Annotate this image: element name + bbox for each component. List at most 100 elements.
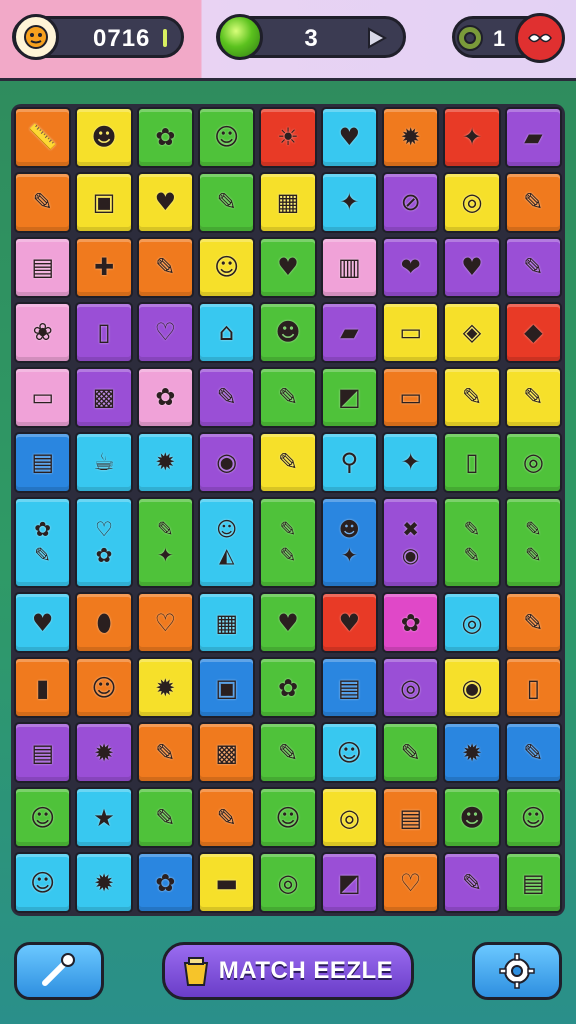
game-tile[interactable]: ⚲ — [320, 431, 378, 493]
game-tile[interactable]: ◎ — [443, 171, 501, 233]
game-tile[interactable]: ✎ — [136, 722, 194, 784]
game-tile[interactable]: ✿ — [259, 657, 317, 719]
game-tile[interactable]: ✹ — [443, 722, 501, 784]
game-tile[interactable]: ✿ — [136, 366, 194, 428]
game-tile[interactable]: ✎ — [504, 366, 562, 428]
heart-icon[interactable] — [515, 13, 565, 63]
game-tile[interactable]: ♡ — [136, 592, 194, 654]
game-tile[interactable]: ▤ — [381, 787, 440, 849]
game-tile[interactable]: ▭ — [381, 301, 440, 363]
game-tile[interactable]: 📏 — [14, 107, 72, 168]
game-tile[interactable]: ◩ — [320, 366, 378, 428]
game-tile[interactable]: ☕ — [75, 431, 133, 493]
game-tile[interactable]: ✿ ✎ — [14, 496, 72, 589]
game-tile[interactable]: ▤ — [320, 657, 378, 719]
game-tile[interactable]: ▦ — [197, 592, 256, 654]
game-tile[interactable]: ✎ ✎ — [504, 496, 562, 589]
game-tile[interactable]: ✿ — [136, 852, 194, 913]
game-tile[interactable]: ✎ — [443, 852, 501, 913]
game-tile[interactable]: ✹ — [75, 852, 133, 913]
game-tile[interactable]: ☺ ◭ — [197, 496, 256, 589]
game-tile[interactable]: ★ — [75, 787, 133, 849]
game-tile[interactable]: ◉ — [443, 657, 501, 719]
game-tile[interactable]: ☻ — [75, 107, 133, 168]
game-tile[interactable]: ☺ — [197, 107, 256, 168]
game-tile[interactable]: ✦ — [320, 171, 378, 233]
game-tile[interactable]: ♡ — [381, 852, 440, 913]
game-tile[interactable]: ◎ — [259, 852, 317, 913]
game-tile[interactable]: ♥ — [259, 236, 317, 298]
game-tile[interactable]: ❀ — [14, 301, 72, 363]
game-tile[interactable]: ✎ — [504, 592, 562, 654]
game-tile[interactable]: ☺ — [14, 787, 72, 849]
game-tile[interactable]: ◎ — [504, 431, 562, 493]
arrow-play-icon[interactable] — [363, 26, 389, 50]
game-tile[interactable]: ◎ — [320, 787, 378, 849]
game-tile[interactable]: ▦ — [259, 171, 317, 233]
game-tile[interactable]: ▥ — [320, 236, 378, 298]
game-tile[interactable]: ⌂ — [197, 301, 256, 363]
game-tile[interactable]: ▣ — [75, 171, 133, 233]
game-tile[interactable]: ▤ — [14, 722, 72, 784]
game-tile[interactable]: ◆ — [504, 301, 562, 363]
game-tile[interactable]: ✎ — [197, 787, 256, 849]
game-tile[interactable]: ♡ — [136, 301, 194, 363]
game-tile[interactable]: ☻ — [443, 787, 501, 849]
game-tile[interactable]: ✦ — [443, 107, 501, 168]
game-tile[interactable]: ✎ — [259, 722, 317, 784]
game-tile[interactable]: ✿ — [136, 107, 194, 168]
game-tile[interactable]: ✚ — [75, 236, 133, 298]
hint-button[interactable] — [14, 942, 104, 1000]
game-tile[interactable]: ♡ ✿ — [75, 496, 133, 589]
game-tile[interactable]: ✎ ✦ — [136, 496, 194, 589]
game-tile[interactable]: ▭ — [14, 366, 72, 428]
game-tile[interactable]: ▤ — [14, 431, 72, 493]
game-tile[interactable]: ✎ — [504, 171, 562, 233]
gear-icon[interactable] — [453, 21, 487, 55]
game-tile[interactable]: ✎ ✎ — [259, 496, 317, 589]
game-tile[interactable]: ☺ — [504, 787, 562, 849]
game-tile[interactable]: ▤ — [504, 852, 562, 913]
game-tile[interactable]: ♥ — [320, 107, 378, 168]
game-tile[interactable]: ◈ — [443, 301, 501, 363]
game-tile[interactable]: ▤ — [14, 236, 72, 298]
game-tile[interactable]: ▣ — [197, 657, 256, 719]
game-tile[interactable]: ☺ — [197, 236, 256, 298]
game-tile[interactable]: ♥ — [443, 236, 501, 298]
game-tile[interactable]: ⊘ — [381, 171, 440, 233]
game-tile[interactable]: ☻ ✦ — [320, 496, 378, 589]
game-tile[interactable]: ▯ — [443, 431, 501, 493]
game-tile[interactable]: ✎ — [504, 722, 562, 784]
game-tile[interactable]: ▬ — [197, 852, 256, 913]
game-tile[interactable]: ✹ — [381, 107, 440, 168]
game-tile[interactable]: ⬮ — [75, 592, 133, 654]
game-tile[interactable]: ✎ — [136, 787, 194, 849]
game-tile[interactable]: ✎ — [381, 722, 440, 784]
game-tile[interactable]: ✎ — [259, 366, 317, 428]
game-tile[interactable]: ☺ — [320, 722, 378, 784]
game-tile[interactable]: ❤ — [381, 236, 440, 298]
game-tile[interactable]: ✎ — [197, 171, 256, 233]
game-tile[interactable]: ✎ — [14, 171, 72, 233]
game-tile[interactable]: ✎ — [136, 236, 194, 298]
game-tile[interactable]: ✎ ✎ — [443, 496, 501, 589]
game-tile[interactable]: ☺ — [75, 657, 133, 719]
game-tile[interactable]: ✦ — [381, 431, 440, 493]
game-tile[interactable]: ✎ — [504, 236, 562, 298]
game-tile[interactable]: ✎ — [443, 366, 501, 428]
game-tile[interactable]: ☺ — [259, 787, 317, 849]
game-tile[interactable]: ▩ — [75, 366, 133, 428]
settings-button[interactable] — [472, 942, 562, 1000]
game-tile[interactable]: ◉ — [197, 431, 256, 493]
game-tile[interactable]: ◩ — [320, 852, 378, 913]
game-tile[interactable]: ✹ — [75, 722, 133, 784]
game-tile[interactable]: ♥ — [259, 592, 317, 654]
game-tile[interactable]: ♥ — [14, 592, 72, 654]
game-tile[interactable]: ▰ — [504, 107, 562, 168]
game-tile[interactable]: ▭ — [381, 366, 440, 428]
game-tile[interactable]: ▩ — [197, 722, 256, 784]
game-tile[interactable]: ✎ — [259, 431, 317, 493]
game-tile[interactable]: ▮ — [14, 657, 72, 719]
game-tile[interactable]: ♥ — [136, 171, 194, 233]
game-tile[interactable]: ◎ — [381, 657, 440, 719]
